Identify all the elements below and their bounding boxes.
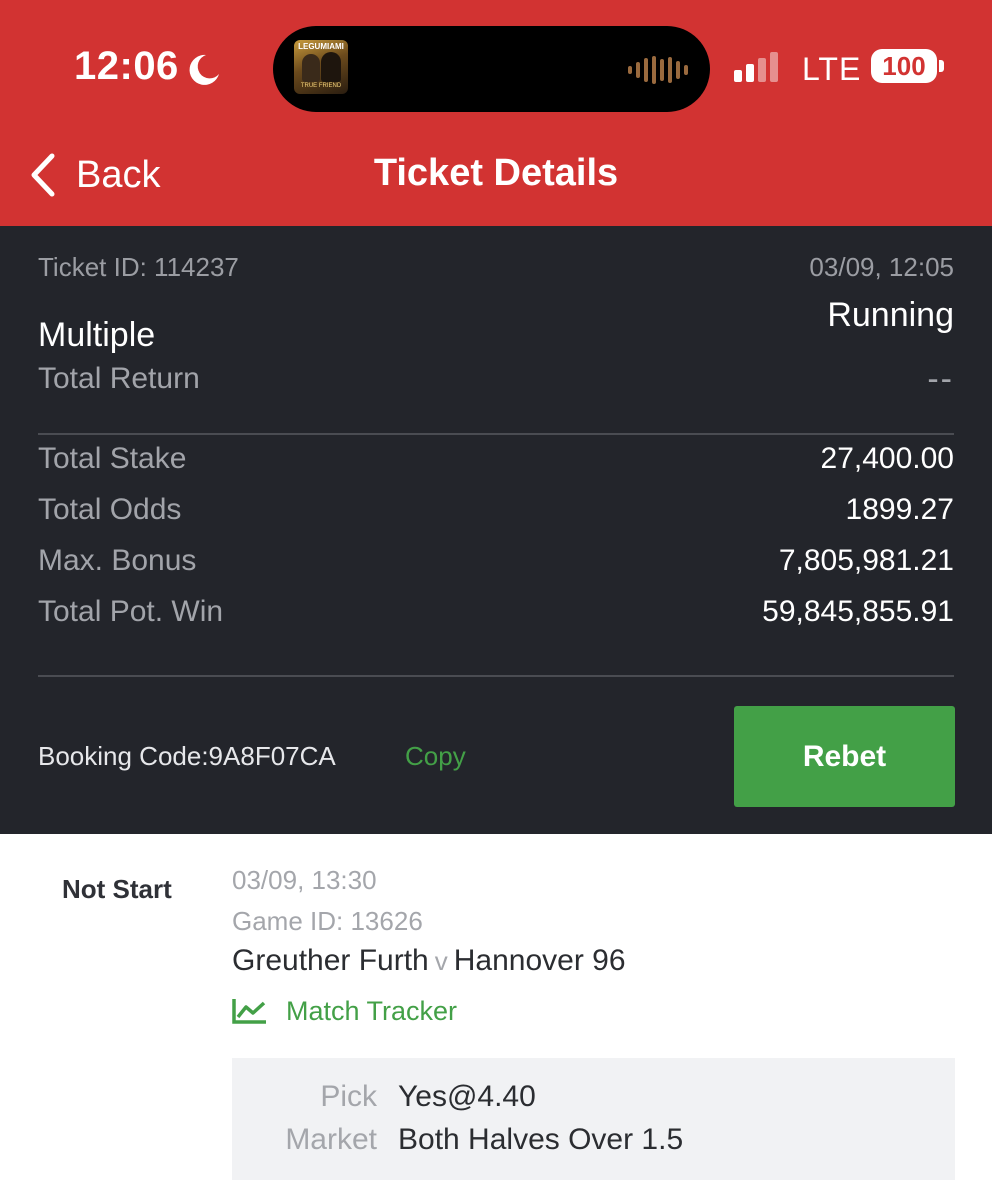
pick-details: Pick Yes@4.40 Market Both Halves Over 1.… xyxy=(232,1058,955,1180)
pick-label: Pick xyxy=(320,1080,377,1113)
divider xyxy=(38,675,954,677)
market-value: Both Halves Over 1.5 xyxy=(398,1123,684,1156)
game-id: Game ID: 13626 xyxy=(232,906,423,936)
rebet-button[interactable]: Rebet xyxy=(734,706,955,807)
total-pot-win-label: Total Pot. Win xyxy=(38,595,224,628)
total-stake-label: Total Stake xyxy=(38,442,187,475)
battery-tip xyxy=(939,60,944,72)
max-bonus-label: Max. Bonus xyxy=(38,544,197,577)
total-odds-value: 1899.27 xyxy=(845,493,954,526)
home-team: Greuther Furth xyxy=(232,944,429,977)
versus-separator: v xyxy=(434,946,448,976)
ticket-id: Ticket ID: 114237 xyxy=(38,252,239,282)
app-header: 12:06 LEGUMIAMI TRUE FRIEND LTE 100 Back… xyxy=(0,0,992,226)
album-artist-text: LEGUMIAMI xyxy=(298,42,344,51)
match-time: 03/09, 13:30 xyxy=(232,865,377,895)
album-art-icon: LEGUMIAMI TRUE FRIEND xyxy=(294,40,348,94)
chart-line-icon xyxy=(232,999,266,1024)
divider xyxy=(38,433,954,435)
audio-waveform-icon xyxy=(628,56,688,84)
match-tracker-label: Match Tracker xyxy=(286,995,458,1026)
bet-type: Multiple xyxy=(38,316,156,354)
total-pot-win-value: 59,845,855.91 xyxy=(762,595,954,628)
away-team: Hannover 96 xyxy=(453,944,626,977)
market-label: Market xyxy=(285,1123,377,1156)
album-title-text: TRUE FRIEND xyxy=(300,83,342,89)
copy-button[interactable]: Copy xyxy=(405,741,466,772)
booking-code: Booking Code:9A8F07CA xyxy=(38,741,336,771)
pick-value: Yes@4.40 xyxy=(398,1080,536,1113)
match-tracker-link[interactable]: Match Tracker xyxy=(232,994,457,1028)
moon-icon xyxy=(189,54,219,85)
ticket-date: 03/09, 12:05 xyxy=(809,252,954,282)
page-title: Ticket Details xyxy=(373,152,619,194)
max-bonus-value: 7,805,981.21 xyxy=(778,544,954,577)
total-return-value: -- xyxy=(927,360,954,398)
total-return-label: Total Return xyxy=(38,362,200,395)
ticket-summary-panel: Ticket ID: 114237 03/09, 12:05 Multiple … xyxy=(0,226,992,834)
cell-signal-icon xyxy=(734,50,778,82)
status-time: 12:06 xyxy=(74,44,179,88)
dynamic-island[interactable]: LEGUMIAMI TRUE FRIEND xyxy=(273,26,710,112)
battery-icon: 100 xyxy=(871,49,937,83)
ticket-status: Running xyxy=(827,296,954,334)
total-stake-value: 27,400.00 xyxy=(820,442,954,475)
network-type: LTE xyxy=(802,51,862,87)
match-status: Not Start xyxy=(62,874,172,904)
total-odds-label: Total Odds xyxy=(38,493,182,526)
match-teams: Greuther Furth v Hannover 96 xyxy=(232,944,626,978)
